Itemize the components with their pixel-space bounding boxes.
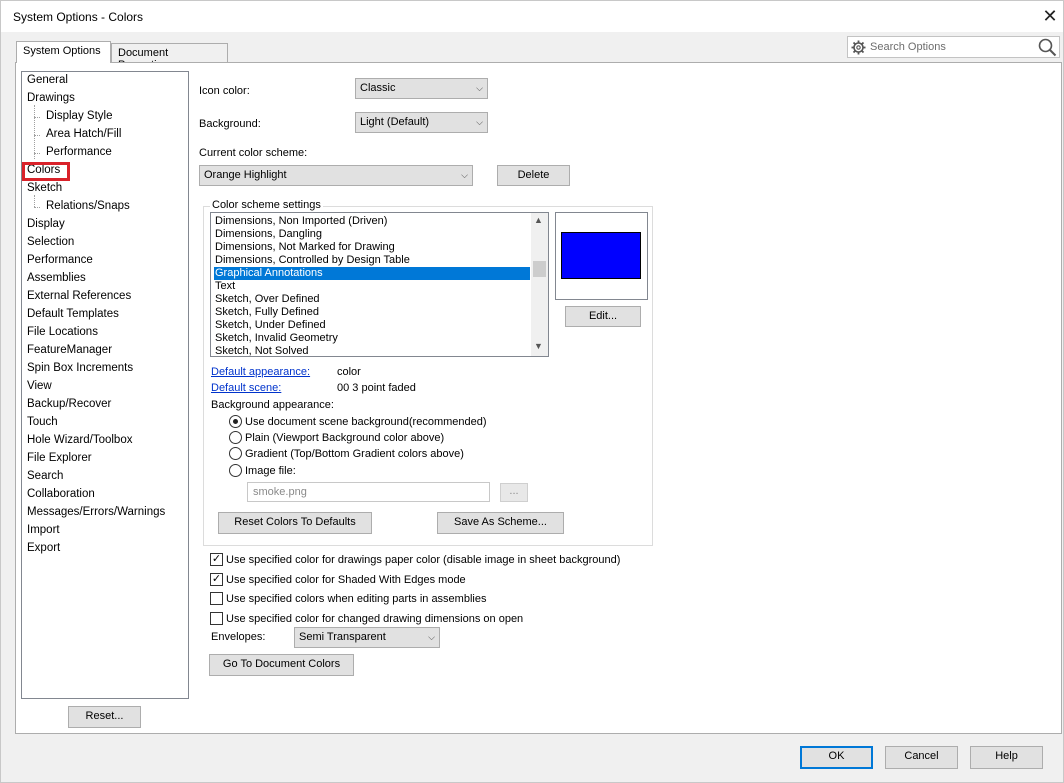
radio-plain[interactable] <box>229 431 242 444</box>
radio-label: Image file: <box>245 465 296 477</box>
checkbox-shaded-edges[interactable]: ✓ <box>210 573 223 586</box>
chevron-down-icon: ⌵ <box>461 170 468 180</box>
radio-label: Gradient (Top/Bottom Gradient colors abo… <box>245 448 464 460</box>
checkbox-label: Use specified color for drawings paper c… <box>226 554 621 566</box>
help-button[interactable]: Help <box>970 746 1043 769</box>
go-to-document-colors-button[interactable]: Go To Document Colors <box>209 654 354 676</box>
color-scheme-select[interactable]: Orange Highlight ⌵ <box>199 165 473 186</box>
color-scheme-value: Orange Highlight <box>204 169 287 181</box>
scroll-thumb[interactable] <box>533 261 546 277</box>
color-settings-list[interactable]: Dimensions, Non Imported (Driven) Dimens… <box>210 212 549 357</box>
current-color-scheme-label: Current color scheme: <box>199 147 308 159</box>
radio-gradient[interactable] <box>229 447 242 460</box>
envelopes-label: Envelopes: <box>211 631 266 643</box>
checkbox-label: Use specified color for changed drawing … <box>226 613 524 625</box>
delete-button[interactable]: Delete <box>497 165 570 186</box>
ok-button[interactable]: OK <box>800 746 873 769</box>
icon-color-label: Icon color: <box>199 85 250 97</box>
group-title: Color scheme settings <box>210 199 323 211</box>
color-preview-frame <box>555 212 648 300</box>
save-as-scheme-button[interactable]: Save As Scheme... <box>437 512 564 534</box>
icon-color-value: Classic <box>360 82 396 94</box>
scroll-up-icon[interactable]: ▲ <box>534 215 543 225</box>
list-item[interactable]: Text <box>214 280 530 293</box>
radio-image-file[interactable] <box>229 464 242 477</box>
background-value: Light (Default) <box>360 116 430 128</box>
background-appearance-label: Background appearance: <box>211 399 334 411</box>
image-file-field: smoke.png <box>247 482 490 502</box>
list-item[interactable]: Dimensions, Dangling <box>214 228 530 241</box>
reset-colors-button[interactable]: Reset Colors To Defaults <box>218 512 372 534</box>
browse-button: ... <box>500 483 528 502</box>
list-item[interactable]: Sketch, Fully Defined <box>214 306 530 319</box>
envelopes-value: Semi Transparent <box>299 631 386 643</box>
icon-color-select[interactable]: Classic ⌵ <box>355 78 488 99</box>
chevron-down-icon: ⌵ <box>428 632 435 642</box>
color-swatch <box>561 232 641 279</box>
chevron-down-icon: ⌵ <box>476 83 483 93</box>
list-item[interactable]: Sketch, Not Solved <box>214 345 530 356</box>
chevron-down-icon: ⌵ <box>476 117 483 127</box>
default-appearance-value: color <box>337 366 361 378</box>
checkbox-label: Use specified color for Shaded With Edge… <box>226 574 466 586</box>
default-scene-value: 00 3 point faded <box>337 382 416 394</box>
list-item[interactable]: Dimensions, Not Marked for Drawing <box>214 241 530 254</box>
radio-label: Use document scene background(recommende… <box>245 416 487 428</box>
radio-label: Plain (Viewport Background color above) <box>245 432 445 444</box>
default-appearance-link[interactable]: Default appearance: <box>211 366 310 378</box>
radio-document-scene[interactable] <box>229 415 242 428</box>
list-scrollbar[interactable]: ▲ ▼ <box>531 213 548 356</box>
cancel-button[interactable]: Cancel <box>885 746 958 769</box>
checkbox-editing-parts[interactable] <box>210 592 223 605</box>
list-item[interactable]: Dimensions, Non Imported (Driven) <box>214 215 530 228</box>
colors-page: Icon color: Classic ⌵ Background: Light … <box>0 0 1064 783</box>
envelopes-select[interactable]: Semi Transparent ⌵ <box>294 627 440 648</box>
scroll-down-icon[interactable]: ▼ <box>534 341 543 351</box>
background-select[interactable]: Light (Default) ⌵ <box>355 112 488 133</box>
list-item[interactable]: Sketch, Over Defined <box>214 293 530 306</box>
default-scene-link[interactable]: Default scene: <box>211 382 281 394</box>
edit-color-button[interactable]: Edit... <box>565 306 641 327</box>
background-label: Background: <box>199 118 261 130</box>
checkbox-label: Use specified colors when editing parts … <box>226 593 487 605</box>
checkbox-changed-dimensions[interactable] <box>210 612 223 625</box>
checkbox-drawings-paper[interactable]: ✓ <box>210 553 223 566</box>
list-item[interactable]: Sketch, Invalid Geometry <box>214 332 530 345</box>
list-item-selected[interactable]: Graphical Annotations <box>214 267 530 280</box>
list-item[interactable]: Dimensions, Controlled by Design Table <box>214 254 530 267</box>
list-item[interactable]: Sketch, Under Defined <box>214 319 530 332</box>
